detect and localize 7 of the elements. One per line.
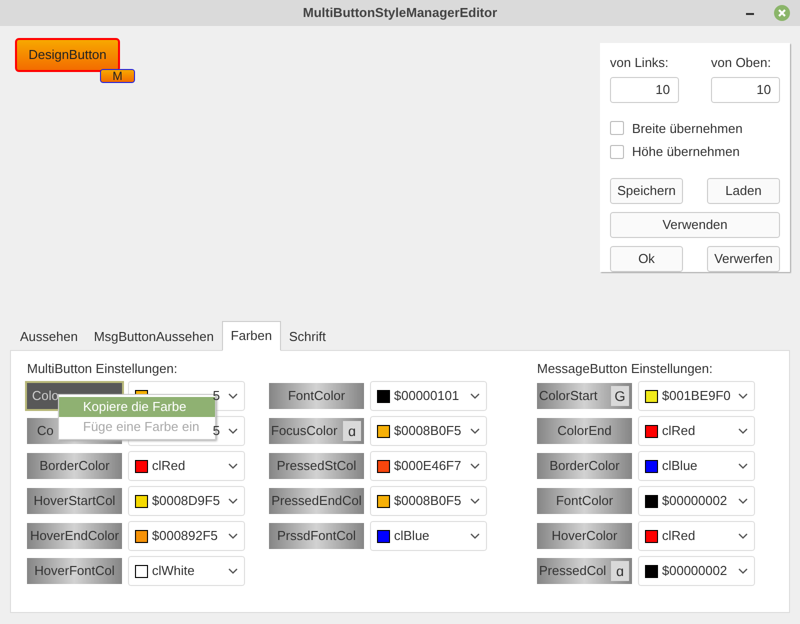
- field-label: von Oben:: [711, 54, 772, 72]
- checkbox-label: Breite übernehmen: [632, 120, 743, 138]
- section-heading: MultiButton Einstellungen:: [27, 360, 178, 378]
- field-label: von Links:: [610, 54, 670, 72]
- section-heading: MessageButton Einstellungen:: [537, 360, 714, 378]
- checkbox-label: Höhe übernehmen: [632, 143, 740, 161]
- window-title: MultiButtonStyleManagerEditor: [302, 4, 498, 22]
